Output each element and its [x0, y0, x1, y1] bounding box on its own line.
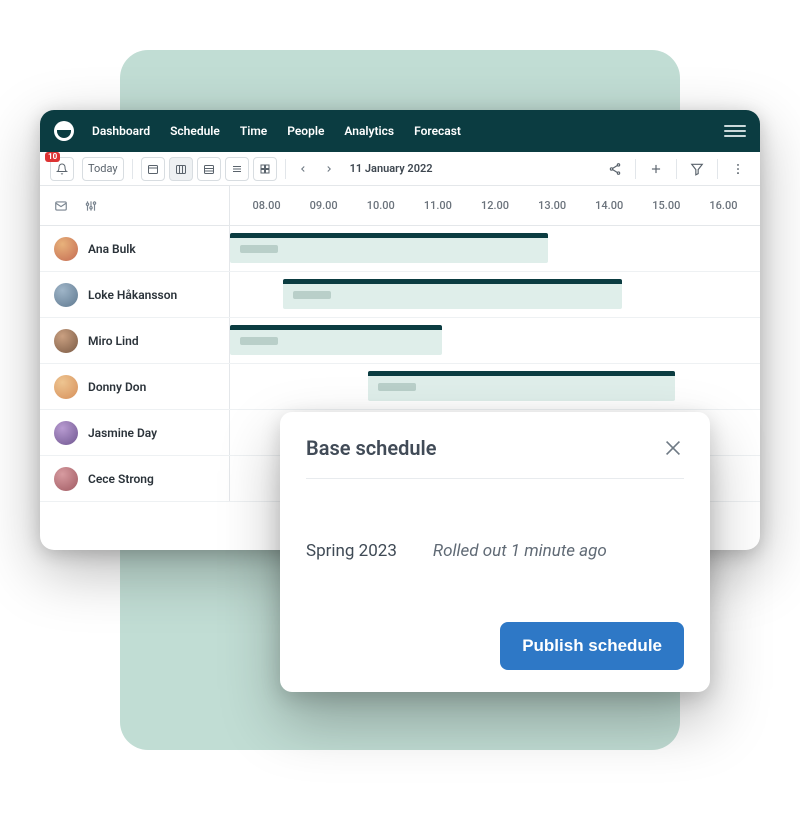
timeline-lane[interactable]	[230, 272, 760, 317]
nav-forecast[interactable]: Forecast	[414, 124, 461, 138]
nav-schedule[interactable]: Schedule	[170, 124, 220, 138]
view-month-button[interactable]	[197, 157, 221, 181]
app-logo-icon	[54, 121, 74, 141]
publish-schedule-button[interactable]: Publish schedule	[500, 622, 684, 670]
current-date-label: 11 January 2022	[350, 162, 433, 175]
nav-time[interactable]: Time	[240, 124, 267, 138]
hour-label: 14.00	[581, 199, 638, 212]
hour-label: 09.00	[295, 199, 352, 212]
hour-label: 15.00	[638, 199, 695, 212]
today-button[interactable]: Today	[82, 157, 124, 181]
nav-people[interactable]: People	[287, 124, 324, 138]
schedule-row: Loke Håkansson	[40, 272, 760, 318]
filter-button[interactable]	[685, 157, 709, 181]
avatar	[54, 237, 78, 261]
nav-analytics[interactable]: Analytics	[344, 124, 394, 138]
notifications-button[interactable]: 10	[50, 157, 74, 181]
shift-label-placeholder	[293, 291, 331, 299]
add-button[interactable]	[644, 157, 668, 181]
filter-icon	[690, 162, 704, 176]
grid-icon	[259, 163, 271, 175]
schedule-row: Miro Lind	[40, 318, 760, 364]
person-name: Loke Håkansson	[88, 288, 177, 302]
shift-label-placeholder	[240, 337, 278, 345]
calendar-day-icon	[147, 163, 159, 175]
avatar	[54, 283, 78, 307]
view-list-button[interactable]	[225, 157, 249, 181]
timeline-header: 08.00 09.00 10.00 11.00 12.00 13.00 14.0…	[40, 186, 760, 226]
timeline-lane[interactable]	[230, 226, 760, 271]
shift-block[interactable]	[230, 325, 442, 355]
avatar	[54, 467, 78, 491]
toolbar: 10 Today	[40, 152, 760, 186]
toolbar-separator	[132, 159, 133, 179]
avatar	[54, 375, 78, 399]
shift-label-placeholder	[378, 383, 416, 391]
person-cell[interactable]: Miro Lind	[40, 318, 230, 363]
prev-date-button[interactable]	[294, 160, 312, 178]
person-cell[interactable]: Jasmine Day	[40, 410, 230, 455]
hour-label: 16.00	[695, 199, 752, 212]
view-grid-button[interactable]	[253, 157, 277, 181]
avatar	[54, 329, 78, 353]
person-name: Cece Strong	[88, 472, 154, 486]
person-cell[interactable]: Ana Bulk	[40, 226, 230, 271]
view-mode-group	[141, 157, 277, 181]
calendar-week-icon	[175, 163, 187, 175]
view-day-button[interactable]	[141, 157, 165, 181]
nav-dashboard[interactable]: Dashboard	[92, 124, 150, 138]
more-vertical-icon	[731, 162, 745, 176]
base-schedule-modal: Base schedule Spring 2023 Rolled out 1 m…	[280, 412, 710, 692]
schedule-row: Ana Bulk	[40, 226, 760, 272]
shift-block[interactable]	[368, 371, 675, 401]
people-column-header	[40, 186, 230, 225]
plus-icon	[649, 162, 663, 176]
chevron-left-icon	[298, 164, 308, 174]
hour-label: 12.00	[466, 199, 523, 212]
toolbar-separator	[717, 159, 718, 179]
shift-label-placeholder	[240, 245, 278, 253]
hour-label: 08.00	[238, 199, 295, 212]
timeline-hours: 08.00 09.00 10.00 11.00 12.00 13.00 14.0…	[238, 199, 752, 212]
toolbar-separator	[285, 159, 286, 179]
mail-icon[interactable]	[54, 199, 68, 213]
shift-block[interactable]	[230, 233, 548, 263]
hour-label: 10.00	[352, 199, 409, 212]
list-icon	[231, 163, 243, 175]
person-cell[interactable]: Cece Strong	[40, 456, 230, 501]
schedule-status: Rolled out 1 minute ago	[433, 541, 607, 561]
share-icon	[608, 162, 622, 176]
person-cell[interactable]: Donny Don	[40, 364, 230, 409]
timeline-lane[interactable]	[230, 318, 760, 363]
bell-icon	[56, 163, 68, 175]
person-name: Donny Don	[88, 380, 146, 394]
top-nav: Dashboard Schedule Time People Analytics…	[40, 110, 760, 152]
close-button[interactable]	[662, 437, 684, 459]
schedule-row: Donny Don	[40, 364, 760, 410]
shift-block[interactable]	[283, 279, 622, 309]
person-cell[interactable]: Loke Håkansson	[40, 272, 230, 317]
share-button[interactable]	[603, 157, 627, 181]
modal-title: Base schedule	[306, 436, 436, 460]
more-button[interactable]	[726, 157, 750, 181]
hour-label: 13.00	[524, 199, 581, 212]
nav-items: Dashboard Schedule Time People Analytics…	[92, 124, 706, 138]
next-date-button[interactable]	[320, 160, 338, 178]
chevron-right-icon	[324, 164, 334, 174]
calendar-month-icon	[203, 163, 215, 175]
person-name: Jasmine Day	[88, 426, 157, 440]
close-icon	[662, 437, 684, 459]
settings-sliders-icon[interactable]	[84, 199, 98, 213]
person-name: Ana Bulk	[88, 242, 136, 256]
toolbar-separator	[635, 159, 636, 179]
schedule-season: Spring 2023	[306, 541, 397, 561]
notification-badge: 10	[45, 152, 60, 162]
timeline-lane[interactable]	[230, 364, 760, 409]
toolbar-separator	[676, 159, 677, 179]
avatar	[54, 421, 78, 445]
hour-label: 11.00	[409, 199, 466, 212]
person-name: Miro Lind	[88, 334, 139, 348]
view-week-button[interactable]	[169, 157, 193, 181]
menu-icon[interactable]	[724, 125, 746, 137]
